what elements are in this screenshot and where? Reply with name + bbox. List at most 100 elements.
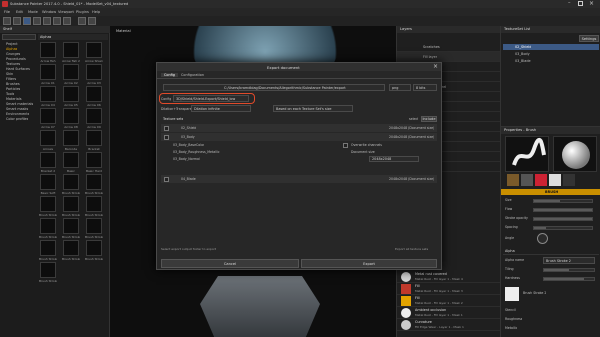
alpha-thumb[interactable] xyxy=(40,196,56,212)
layer-item[interactable]: Fill layer xyxy=(397,52,501,62)
alpha-dropdown[interactable]: Brush Stroke 2 xyxy=(543,257,595,264)
category-materials[interactable]: Materials xyxy=(6,97,22,101)
clone-tool-icon[interactable] xyxy=(53,17,61,25)
layer-stack-item[interactable]: Fill Metal Rust - Fill layer 1 - Mask 2 xyxy=(397,295,501,307)
category-procedurals[interactable]: Procedurals xyxy=(6,57,26,61)
alpha-thumb[interactable] xyxy=(63,152,79,168)
menu-mode[interactable]: Mode xyxy=(28,10,38,14)
swatch[interactable] xyxy=(563,174,575,186)
alpha-thumb[interactable] xyxy=(63,64,79,80)
maximize-icon[interactable] xyxy=(578,1,583,6)
alpha-thumb[interactable] xyxy=(86,42,102,58)
bitdepth-select[interactable]: 8 bits xyxy=(413,84,437,91)
format-select[interactable]: png xyxy=(389,84,411,91)
alpha-thumb[interactable] xyxy=(63,108,79,124)
alpha-thumb[interactable] xyxy=(86,64,102,80)
category-project[interactable]: Project xyxy=(6,42,18,46)
category-alphas[interactable]: Alphas xyxy=(6,47,17,51)
map-item[interactable]: 03_Body_BaseColor xyxy=(173,143,204,147)
layer-stack-item[interactable]: Ambient occlusion Metal Rust - Fill laye… xyxy=(397,307,501,319)
alpha-thumb[interactable] xyxy=(86,174,102,190)
alpha-thumb[interactable] xyxy=(40,86,56,102)
eraser-tool-icon[interactable] xyxy=(13,17,21,25)
sub-format-select[interactable]: 2048x2048 xyxy=(369,156,419,162)
swatch[interactable] xyxy=(521,174,533,186)
alpha-thumb[interactable] xyxy=(63,86,79,102)
prop-slider[interactable] xyxy=(533,208,593,212)
cancel-button[interactable]: Cancel xyxy=(161,259,299,268)
category-smart-masks[interactable]: Smart masks xyxy=(6,107,28,111)
alpha-thumb[interactable] xyxy=(63,196,79,212)
category-environments[interactable]: Environments xyxy=(6,112,29,116)
layer-stack-item[interactable]: Fill Metal Rust - Fill layer 1 - Mask 3 xyxy=(397,283,501,295)
textureset-item[interactable]: 03_Body xyxy=(503,51,599,57)
category-grunges[interactable]: Grunges xyxy=(6,52,20,56)
swatch[interactable] xyxy=(507,174,519,186)
alpha-thumb[interactable] xyxy=(86,196,102,212)
size-select[interactable]: Based on each Texture Set's size xyxy=(273,105,353,112)
prop-slider[interactable] xyxy=(533,199,593,203)
menu-viewport[interactable]: Viewport xyxy=(58,10,74,14)
shelf-search[interactable] xyxy=(2,34,36,40)
projection-tool-icon[interactable] xyxy=(23,17,31,25)
textureset-item[interactable]: 02_Shield xyxy=(503,44,599,50)
dialog-close-icon[interactable]: × xyxy=(433,63,438,70)
texture-set-row[interactable]: 02_Shield 2048x2048 (Document size) xyxy=(161,124,437,132)
close-icon[interactable]: × xyxy=(589,0,594,7)
set-checkbox[interactable] xyxy=(164,176,169,182)
alpha-thumb[interactable] xyxy=(63,174,79,190)
map-item[interactable]: 03_Body_Normal xyxy=(173,157,200,161)
prop-slider[interactable] xyxy=(543,277,595,281)
category-brushes[interactable]: Brushes xyxy=(6,82,20,86)
texture-set-row[interactable]: 03_Body 2048x2048 (Document size) xyxy=(161,133,437,141)
minimize-icon[interactable]: – xyxy=(568,1,571,6)
set-checkbox[interactable] xyxy=(164,125,169,131)
angle-dial[interactable] xyxy=(537,233,548,244)
set-checkbox[interactable] xyxy=(164,134,169,140)
padding-select[interactable]: Dilation infinite xyxy=(191,105,251,112)
smudge-tool-icon[interactable] xyxy=(43,17,51,25)
alpha-thumb[interactable] xyxy=(40,240,56,256)
layer-item[interactable]: Scratches xyxy=(397,42,501,52)
alpha-thumb[interactable] xyxy=(86,240,102,256)
alpha-thumb[interactable] xyxy=(40,108,56,124)
alpha-thumb[interactable] xyxy=(63,218,79,234)
alpha-thumb[interactable] xyxy=(40,152,56,168)
overwrite-checkbox[interactable] xyxy=(343,143,348,148)
alpha-thumb[interactable] xyxy=(40,130,56,146)
category-textures[interactable]: Textures xyxy=(6,62,20,66)
category-tools[interactable]: Tools xyxy=(6,92,14,96)
prop-slider[interactable] xyxy=(533,217,593,221)
menu-edit[interactable]: Edit xyxy=(16,10,23,14)
tab-configuration[interactable]: Configuration xyxy=(181,73,204,77)
tab-config[interactable]: Config xyxy=(161,73,178,77)
texture-set-row[interactable]: 04_Blade 2048x2048 (Document size) xyxy=(161,175,437,183)
alpha-thumb[interactable] xyxy=(86,152,102,168)
alpha-thumb[interactable] xyxy=(63,240,79,256)
include-all-button[interactable]: Include xyxy=(421,116,437,122)
alpha-thumb[interactable] xyxy=(40,174,56,190)
alpha-thumb[interactable] xyxy=(86,86,102,102)
textureset-item[interactable]: 03_Blade xyxy=(503,58,599,64)
polygon-fill-icon[interactable] xyxy=(33,17,41,25)
alpha-thumb[interactable] xyxy=(40,64,56,80)
alpha-thumb[interactable] xyxy=(86,130,102,146)
paint-tool-icon[interactable] xyxy=(3,17,11,25)
alpha-thumb[interactable] xyxy=(40,42,56,58)
category-skin[interactable]: Skin xyxy=(6,72,13,76)
alpha-thumb[interactable] xyxy=(40,262,56,278)
alpha-thumb[interactable] xyxy=(63,42,79,58)
menu-window[interactable]: Window xyxy=(42,10,56,14)
export-button[interactable]: Export xyxy=(301,259,437,268)
category-particles[interactable]: Particles xyxy=(6,87,20,91)
category-filters[interactable]: Filters xyxy=(6,77,16,81)
alpha-thumb[interactable] xyxy=(40,218,56,234)
menu-plugins[interactable]: Plugins xyxy=(76,10,89,14)
export-icon[interactable] xyxy=(88,17,96,25)
map-item[interactable]: 03_Body_Roughness_Metallic xyxy=(173,150,220,154)
swatch[interactable] xyxy=(535,174,547,186)
alpha-thumb[interactable] xyxy=(86,108,102,124)
shelf-tab-alphas[interactable]: Alphas xyxy=(40,35,51,39)
menu-help[interactable]: Help xyxy=(92,10,100,14)
alpha-thumb[interactable] xyxy=(63,130,79,146)
